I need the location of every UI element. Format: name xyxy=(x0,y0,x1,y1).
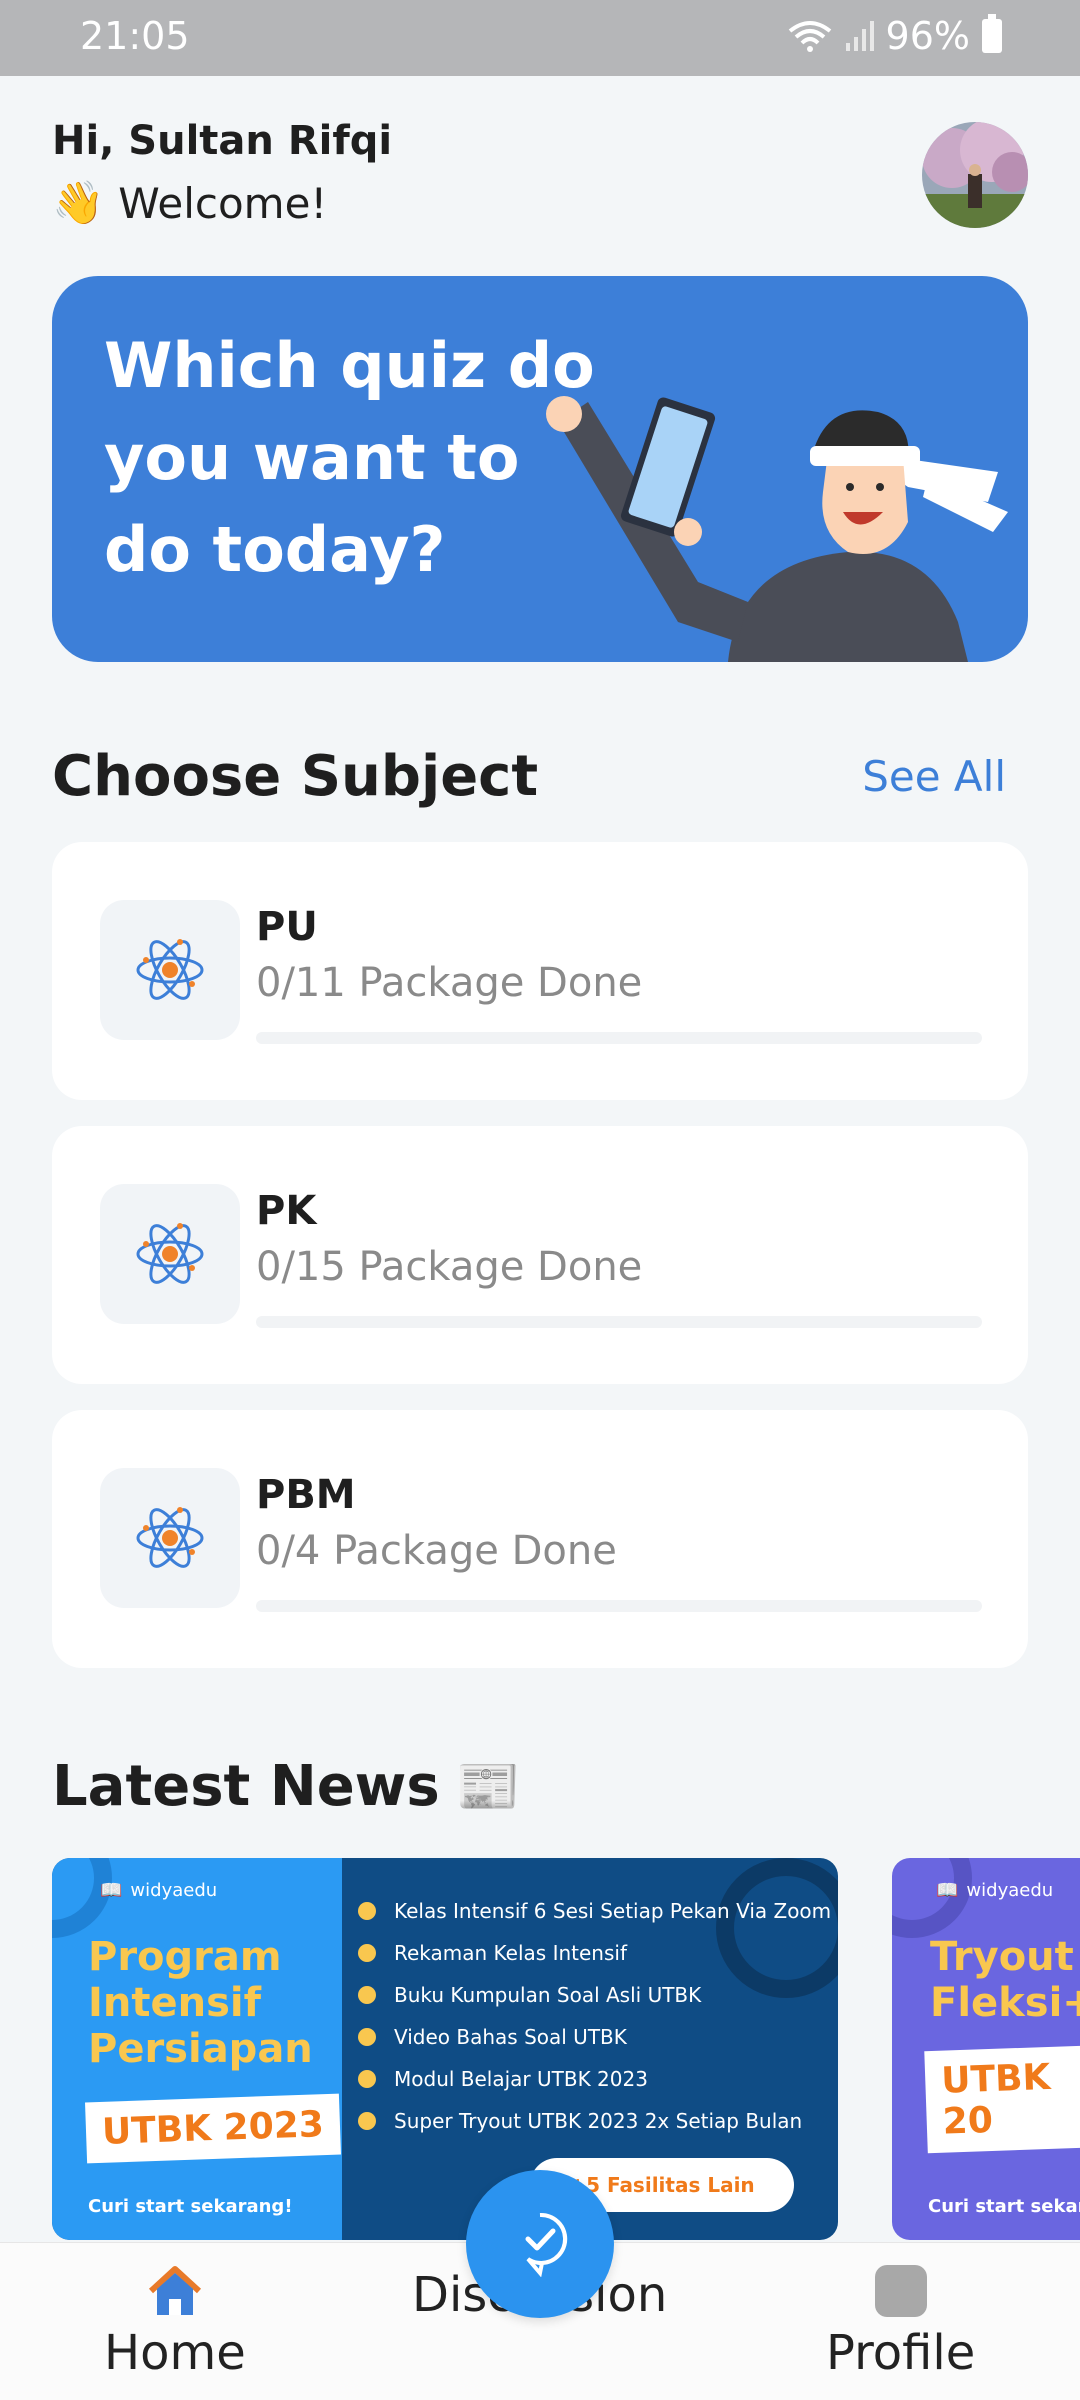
bullet-icon xyxy=(358,2070,376,2088)
brand-name: widyaedu xyxy=(966,1880,1054,1901)
feature-text: Modul Belajar UTBK 2023 xyxy=(394,2067,648,2091)
news-cta-text: Curi start sekarang! xyxy=(88,2196,293,2217)
status-icons: 96% xyxy=(788,14,1002,58)
avatar[interactable] xyxy=(922,122,1028,228)
news-card[interactable]: 📖 widyaedu Tryout Fleksi+ UTBK 20 Curi s… xyxy=(892,1858,1080,2240)
news-cta-text: Curi start sekaran xyxy=(928,2196,1080,2217)
subject-icon-box xyxy=(100,900,240,1040)
bullet-icon xyxy=(358,1986,376,2004)
battery-percent: 96% xyxy=(885,14,970,58)
feature-text: Super Tryout UTBK 2023 2x Setiap Bulan xyxy=(394,2109,803,2133)
subject-progress-bar xyxy=(256,1032,982,1044)
welcome-text: Welcome! xyxy=(118,178,328,228)
atom-icon xyxy=(136,1507,204,1568)
student-illustration xyxy=(546,396,1008,662)
nav-profile[interactable]: Profile xyxy=(826,2265,975,2381)
headline-line: Program xyxy=(88,1934,282,1980)
battery-icon xyxy=(982,14,1002,53)
wave-emoji-icon: 👋 xyxy=(52,178,105,227)
subject-card-pbm[interactable]: PBM 0/4 Package Done xyxy=(52,1410,1028,1668)
subject-card-pu[interactable]: PU 0/11 Package Done xyxy=(52,842,1028,1100)
news-badge: UTBK 2023 xyxy=(85,2093,341,2164)
news-title-row: Latest News 📰 xyxy=(52,1754,520,1819)
feature-item: Super Tryout UTBK 2023 2x Setiap Bulan xyxy=(358,2100,831,2142)
subject-progress-text: 0/11 Package Done xyxy=(256,960,643,1006)
feature-text: Kelas Intensif 6 Sesi Setiap Pekan Via Z… xyxy=(394,1899,832,1923)
feature-text: Buku Kumpulan Soal Asli UTBK xyxy=(394,1983,702,2007)
feature-text: Video Bahas Soal UTBK xyxy=(394,2025,627,2049)
subject-name: PU xyxy=(256,904,318,950)
brand-name: widyaedu xyxy=(130,1880,218,1901)
subject-card-pk[interactable]: PK 0/15 Package Done xyxy=(52,1126,1028,1384)
book-icon: 📖 xyxy=(936,1880,959,1901)
quiz-banner[interactable]: Which quiz do you want to do today? xyxy=(52,276,1028,662)
bullet-icon xyxy=(358,2028,376,2046)
news-card-left-panel: 📖 widyaedu Program Intensif Persiapan UT… xyxy=(52,1858,342,2240)
subject-icon-box xyxy=(100,1468,240,1608)
nav-label: Home xyxy=(104,2325,246,2381)
subject-name: PBM xyxy=(256,1472,356,1518)
news-brand: 📖 widyaedu xyxy=(936,1880,1053,1901)
subject-progress-text: 0/15 Package Done xyxy=(256,1244,643,1290)
feature-item: Rekaman Kelas Intensif xyxy=(358,1932,831,1974)
subject-progress-text: 0/4 Package Done xyxy=(256,1528,617,1574)
news-headline: Tryout Fleksi+ xyxy=(930,1934,1080,2026)
bullet-icon xyxy=(358,2112,376,2130)
discussion-fab[interactable] xyxy=(466,2170,614,2318)
nav-home[interactable]: Home xyxy=(104,2265,246,2381)
headline-line: Tryout xyxy=(930,1934,1074,1980)
news-card[interactable]: 📖 widyaedu Program Intensif Persiapan UT… xyxy=(52,1858,838,2240)
feature-item: Buku Kumpulan Soal Asli UTBK xyxy=(358,1974,831,2016)
feature-list: Kelas Intensif 6 Sesi Setiap Pekan Via Z… xyxy=(358,1890,831,2142)
news-brand: 📖 widyaedu xyxy=(100,1880,217,1901)
news-headline: Program Intensif Persiapan xyxy=(88,1934,313,2072)
news-badge: UTBK 20 xyxy=(924,2044,1080,2154)
wifi-icon xyxy=(788,21,831,52)
subject-progress-bar xyxy=(256,1316,982,1328)
atom-icon xyxy=(136,939,204,1000)
bullet-icon xyxy=(358,1944,376,1962)
atom-icon xyxy=(136,1223,204,1284)
greeting-text: Hi, Sultan Rifqi xyxy=(52,118,393,164)
welcome-line: 👋 Welcome! xyxy=(52,178,392,228)
news-title: Latest News xyxy=(52,1754,440,1819)
feature-item: Kelas Intensif 6 Sesi Setiap Pekan Via Z… xyxy=(358,1890,831,1932)
discussion-icon xyxy=(525,2212,568,2277)
headline-line: Persiapan xyxy=(88,2026,313,2072)
headline-line: Intensif xyxy=(88,1980,262,2026)
nav-label: Profile xyxy=(826,2325,976,2381)
signal-icon xyxy=(845,21,874,51)
status-bar: 21:05 96% xyxy=(0,0,1080,76)
home-icon xyxy=(148,2266,201,2315)
subject-name: PK xyxy=(256,1188,317,1234)
see-all-link[interactable]: See All xyxy=(862,752,1006,801)
feature-item: Modul Belajar UTBK 2023 xyxy=(358,2058,831,2100)
subject-progress-bar xyxy=(256,1600,982,1612)
greeting-block: Hi, Sultan Rifqi 👋 Welcome! xyxy=(52,118,392,228)
headline-line: Fleksi+ xyxy=(930,1980,1080,2026)
feature-text: Rekaman Kelas Intensif xyxy=(394,1941,627,1965)
subjects-title: Choose Subject xyxy=(52,744,539,809)
bullet-icon xyxy=(358,1902,376,1920)
subject-icon-box xyxy=(100,1184,240,1324)
status-time: 21:05 xyxy=(80,14,190,58)
avatar-photo xyxy=(922,122,1028,228)
newspaper-icon: 📰 xyxy=(455,1757,521,1817)
feature-item: Video Bahas Soal UTBK xyxy=(358,2016,831,2058)
profile-icon xyxy=(874,2265,927,2317)
book-icon: 📖 xyxy=(100,1880,123,1901)
